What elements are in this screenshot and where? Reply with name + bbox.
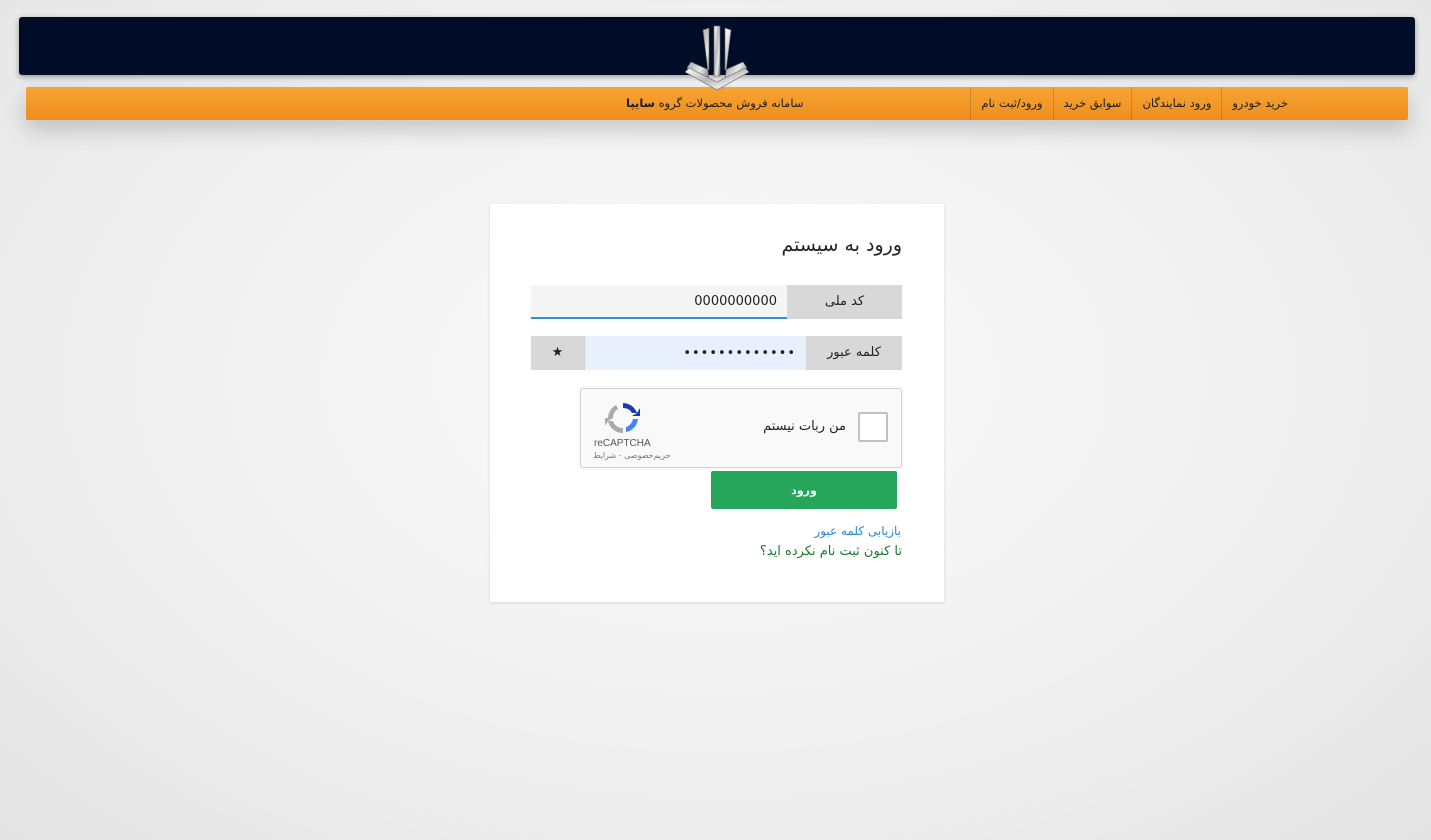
forgot-password-link[interactable]: بازیابی کلمه عبور xyxy=(814,524,901,538)
national-id-input[interactable] xyxy=(531,285,787,319)
saipa-logo-icon xyxy=(684,25,750,91)
recaptcha-brand: reCAPTCHA xyxy=(594,438,651,449)
recaptcha-checkbox[interactable] xyxy=(858,412,888,442)
nav-item-dealers-login[interactable]: ورود نمایندگان xyxy=(1131,87,1221,120)
nav-item-purchase-history[interactable]: سوابق خرید xyxy=(1052,87,1132,120)
nav-menu: خرید خودرو ورود نمایندگان سوابق خرید ورو… xyxy=(970,87,1298,120)
nav-item-login-register[interactable]: ورود/ثبت نام xyxy=(970,87,1052,120)
login-title: ورود به سیستم xyxy=(781,234,902,256)
recaptcha-links[interactable]: حریم‌خصوصی - شرایط xyxy=(593,451,671,460)
login-card: ورود به سیستم کد ملی کلمه عبور ★ من ربات… xyxy=(490,204,944,602)
national-id-row: کد ملی xyxy=(531,285,902,319)
recaptcha-widget: من ربات نیستم reCAPTCHA حریم‌خصوصی - شرا… xyxy=(580,388,902,468)
recaptcha-label: من ربات نیستم xyxy=(763,419,846,434)
register-link[interactable]: تا کنون ثبت نام نکرده اید؟ xyxy=(760,544,902,559)
site-title-brand: سایپا xyxy=(626,96,655,110)
nav-item-buy-car[interactable]: خرید خودرو xyxy=(1221,87,1298,120)
password-row: کلمه عبور ★ xyxy=(531,336,902,370)
password-label: کلمه عبور xyxy=(806,336,902,370)
show-password-button[interactable]: ★ xyxy=(531,336,585,370)
site-title-prefix: سامانه فروش محصولات گروه xyxy=(654,96,804,110)
login-button[interactable]: ورود xyxy=(711,471,897,509)
recaptcha-icon xyxy=(605,403,640,434)
password-input[interactable] xyxy=(585,336,806,370)
national-id-label: کد ملی xyxy=(787,285,902,319)
